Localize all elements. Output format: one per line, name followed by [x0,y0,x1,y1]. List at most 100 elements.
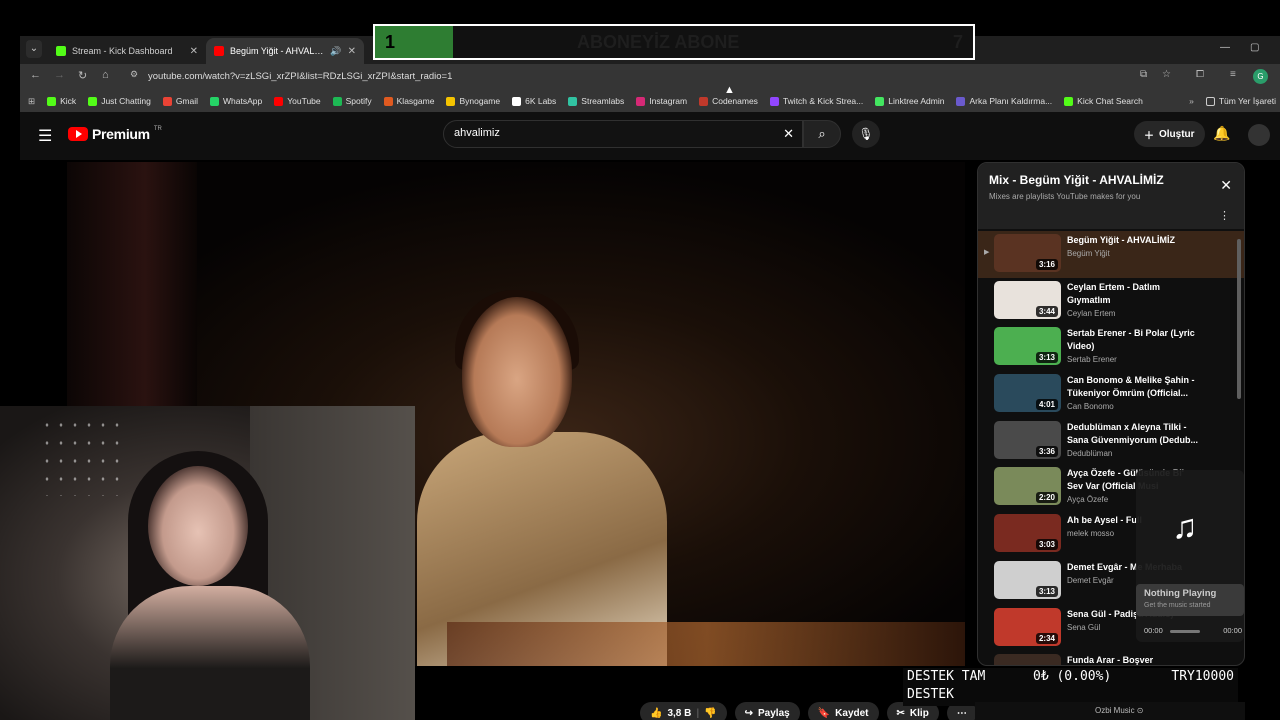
install-icon[interactable]: ⧉ [1140,69,1147,80]
playlist-item-title[interactable]: Funda Arar - Boşver [1067,654,1201,665]
playlist-item-meta: Funda Arar - Boşverozbi music [1061,654,1201,665]
playlist-item[interactable]: ▶ 3:16 Begüm Yiğit - AHVALİMİZ Begüm Yiğit [978,231,1244,278]
bookmark-item[interactable]: Arka Planı Kaldırma... [956,96,1052,106]
playlist-item-title[interactable]: Dedublüman x Aleyna Tilki - Sana Güvenmi… [1067,421,1201,447]
clear-icon[interactable]: ✕ [783,126,794,142]
voice-search-button[interactable]: 🎙 [852,120,880,148]
star-icon[interactable]: ☆ [1162,69,1171,80]
bookmark-item[interactable]: Streamlabs [568,96,624,106]
playlist-thumbnail[interactable]: 3:03 [994,514,1061,553]
playlist-item[interactable]: 4:01 Can Bonomo & Melike Şahin - Tükeniyo… [978,371,1244,418]
playlist-thumbnail[interactable]: 3:44 [994,280,1061,319]
close-icon[interactable]: ✕ [348,46,356,57]
playlist-thumbnail[interactable]: 2:34 [994,607,1061,646]
tab-kick-dashboard[interactable]: Stream - Kick Dashboard ✕ [48,38,206,64]
playlist-item-channel: Dedublüman [1067,448,1113,458]
youtube-logo[interactable]: Premium TR [68,126,162,142]
menu-icon[interactable]: ☰ [38,126,52,146]
tab-youtube[interactable]: Begüm Yiğit - AHVALİMİZ 🔊 ✕ [206,38,364,64]
playlist-thumbnail[interactable]: 3:13 [994,327,1061,366]
playlist-item[interactable]: 3:36 Dedublüman x Aleyna Tilki - Sana Güv… [978,418,1244,465]
duration-badge: 3:44 [1035,305,1058,317]
webcam-streamer-face [148,466,248,586]
account-avatar[interactable] [1248,124,1270,146]
speaker-icon[interactable]: 🔊 [330,46,341,57]
playlist-thumbnail[interactable]: 2:20 [994,467,1061,506]
playlist-item-meta: Begüm Yiğit - AHVALİMİZ Begüm Yiğit [1061,234,1201,258]
playlist-item[interactable]: Funda Arar - Boşverozbi music [978,651,1244,665]
apps-icon[interactable]: ⊞ [28,96,35,107]
bookmark-item[interactable]: Linktree Admin [875,96,944,106]
thumbs-down-icon[interactable]: 👎 [704,708,716,719]
video-table-glow [447,622,965,666]
bookmark-item[interactable]: Gmail [162,96,198,106]
bookmark-label: Streamlabs [581,96,625,106]
bookmark-item[interactable]: YouTube [274,96,321,106]
webcam-fairy-lights [40,416,120,496]
share-icon: ↪ [744,707,754,719]
donation-goal-sub-label: DESTEK [907,687,954,702]
maximize-icon[interactable]: ▢ [1250,42,1259,53]
bookmark-item[interactable]: WhatsApp [210,96,262,106]
media-control-icon[interactable]: ≡ [1230,69,1236,80]
channel-label[interactable]: Ozbi Music ⊙ [1095,706,1144,715]
playlist-thumbnail[interactable]: 3:13 [994,560,1061,599]
bookmark-favicon-icon [383,96,393,106]
search-input[interactable] [454,127,754,139]
close-icon[interactable]: ✕ [190,46,198,57]
playlist-item[interactable]: 3:13 Sertab Erener - Bi Polar (Lyric Vide… [978,324,1244,371]
playlist-thumbnail[interactable]: 4:01 [994,374,1061,413]
url-field[interactable]: youtube.com/watch?v=zLSGi_xrZPI&list=RDz… [148,71,452,82]
bookmark-item[interactable]: Twitch & Kick Strea... [769,96,863,106]
playlist-thumbnail[interactable] [994,654,1061,665]
playlist-thumbnail[interactable]: 3:36 [994,420,1061,459]
bell-icon[interactable]: 🔔 [1213,125,1230,142]
more-vert-icon[interactable]: ⋮ [1219,209,1230,222]
playlist-item-meta: Can Bonomo & Melike Şahin - Tükeniyor Öm… [1061,374,1201,411]
like-button[interactable]: 👍 3,8 B | 👎 [640,702,727,720]
playlist-item-title[interactable]: Sertab Erener - Bi Polar (Lyric Video) [1067,327,1201,353]
playlist-title[interactable]: Mix - Begüm Yiğit - AHVALİMİZ [989,173,1164,187]
donation-goal-label: DESTEK TAM [907,669,986,684]
tab-search-button[interactable]: ⌄ [26,40,42,58]
bookmark-favicon-icon [568,96,578,106]
bookmark-item[interactable]: 6K Labs [512,96,556,106]
playlist-item-channel: Begüm Yiğit [1067,249,1110,258]
bookmark-item[interactable]: Instagram [636,96,687,106]
playlist-item-title[interactable]: Ceylan Ertem - Datlım Gıymatlım [1067,281,1201,307]
all-bookmarks[interactable]: Tüm Yer İşareti [1205,96,1280,106]
bookmark-item[interactable]: Kick [47,96,76,106]
search-icon: ⌕ [818,126,826,141]
bookmark-label: Linktree Admin [888,96,945,106]
bookmark-item[interactable]: Bynogame [446,96,500,106]
share-button[interactable]: ↪ Paylaş [734,702,800,720]
back-icon[interactable]: ← [30,69,41,81]
close-icon[interactable]: ✕ [1220,177,1232,194]
mic-icon: 🎙 [858,127,874,141]
extensions-icon[interactable]: ⧠ [1196,69,1204,80]
bookmark-item[interactable]: Just Chatting [88,96,151,106]
bookmarks-more[interactable]: » [1189,96,1194,106]
playlist-item-title[interactable]: Begüm Yiğit - AHVALİMİZ [1067,234,1201,247]
minimize-icon[interactable]: — [1220,42,1230,53]
playlist-thumbnail[interactable]: 3:16 [994,234,1061,272]
reload-icon[interactable]: ↻ [78,69,87,82]
save-button[interactable]: 🔖 Kaydet [807,702,879,720]
bookmark-item[interactable]: Klasgame [383,96,435,106]
forward-icon[interactable]: → [54,69,65,81]
bookmark-item[interactable]: Spotify [332,96,372,106]
playlist-item-title[interactable]: Can Bonomo & Melike Şahin - Tükeniyor Öm… [1067,374,1201,400]
profile-avatar[interactable]: G [1253,69,1268,84]
subscriber-goal-label: ABONEYİZ ABONE [577,32,740,52]
bookmark-label: Klasgame [396,96,435,106]
home-icon[interactable]: ⌂ [102,69,109,81]
bookmark-item[interactable]: Codenames [699,96,758,106]
playlist-scrollbar[interactable] [1237,239,1241,399]
bookmark-item[interactable]: Kick Chat Search [1064,96,1143,106]
playlist-item[interactable]: 3:44 Ceylan Ertem - Datlım Gıymatlım Ceyla… [978,278,1244,325]
create-button[interactable]: ＋ Oluştur [1134,121,1205,147]
scissors-icon: ✂ [896,707,905,719]
site-info-icon[interactable]: ⚙ [130,69,138,80]
search-button[interactable]: ⌕ [803,120,841,148]
subscriber-goal-bar: 1 ABONEYİZ ABONE 7 [373,24,975,60]
